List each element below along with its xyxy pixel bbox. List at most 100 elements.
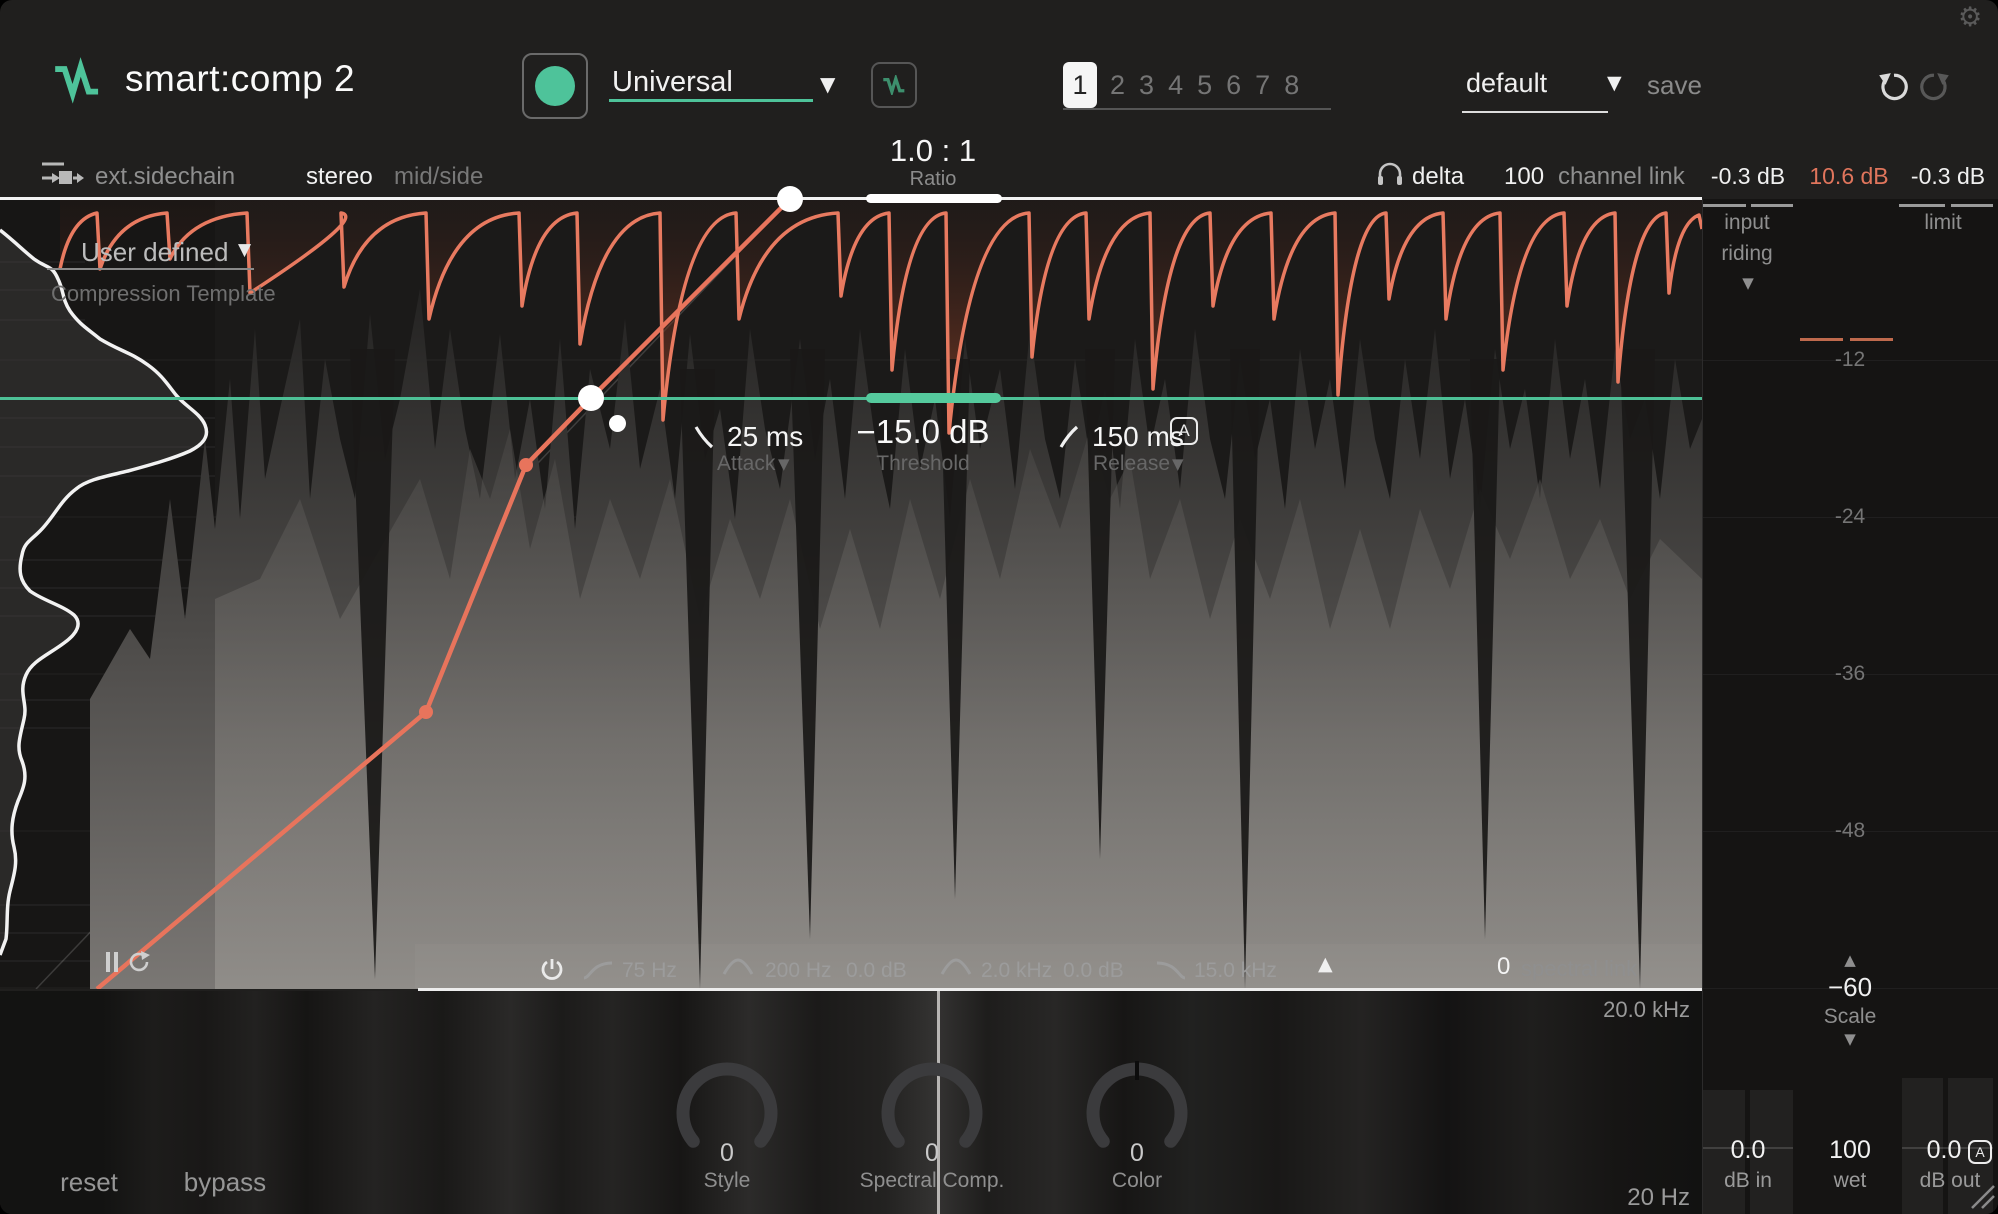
- input-riding-meter-top: [1703, 204, 1746, 207]
- attack-label: Attack: [717, 452, 775, 476]
- page-tab-5[interactable]: 5: [1197, 70, 1212, 101]
- curve-node-2[interactable]: [419, 705, 433, 719]
- delta-toggle[interactable]: delta: [1412, 163, 1464, 191]
- style-knob-value: 0: [720, 1139, 734, 1168]
- sonible-glyph-icon: [881, 75, 907, 95]
- bell1-freq[interactable]: 200 Hz: [765, 959, 832, 983]
- input-riding-label-1[interactable]: input: [1724, 211, 1770, 235]
- bell2-freq[interactable]: 2.0 kHz: [981, 959, 1052, 983]
- preset-chevron-down-icon[interactable]: ▼: [1607, 72, 1622, 94]
- template-label: Compression Template: [51, 281, 276, 307]
- color-knob-value: 0: [1130, 1139, 1144, 1168]
- release-auto-button[interactable]: A: [1170, 417, 1198, 445]
- knee-node[interactable]: [609, 415, 626, 432]
- attack-chevron-down-icon[interactable]: ▼: [778, 455, 790, 473]
- attack-icon: [693, 423, 715, 450]
- threshold-handle[interactable]: [866, 393, 1001, 403]
- scale-value[interactable]: −60: [1828, 972, 1872, 1003]
- undo-icon[interactable]: [1876, 70, 1912, 106]
- bypass-button[interactable]: bypass: [184, 1167, 266, 1198]
- gain-reduction-marker2: [1850, 338, 1893, 341]
- resize-handle[interactable]: [1970, 1184, 1996, 1210]
- page-tab-7[interactable]: 7: [1255, 70, 1270, 101]
- wet-value[interactable]: 100: [1829, 1136, 1871, 1165]
- spectral-comp-knob[interactable]: [877, 1058, 987, 1150]
- stereo-toggle[interactable]: stereo: [306, 163, 373, 191]
- freq-top-label: 20.0 kHz: [1540, 997, 1690, 1023]
- reset-button[interactable]: reset: [60, 1167, 118, 1198]
- pause-icon[interactable]: [106, 952, 120, 972]
- smart-comp2-window: smart:comp 2 Universal ▼ 1 2 3 4 5 6 7 8…: [0, 0, 1998, 1214]
- page-tab-2[interactable]: 2: [1110, 70, 1125, 101]
- channel-link-value[interactable]: 100: [1504, 163, 1544, 191]
- ratio-handle[interactable]: [866, 194, 1002, 203]
- page-tabs-underline: [1063, 108, 1331, 110]
- scale-tick-48: -48: [1835, 819, 1865, 843]
- lowpass-filter-icon[interactable]: [1155, 960, 1187, 980]
- lowpass-freq[interactable]: 15.0 kHz: [1194, 959, 1277, 983]
- ratio-line[interactable]: [0, 197, 1702, 200]
- bell1-gain[interactable]: 0.0 dB: [846, 959, 907, 983]
- page-tab-3[interactable]: 3: [1139, 70, 1154, 101]
- bell2-gain[interactable]: 0.0 dB: [1063, 959, 1124, 983]
- attack-value[interactable]: 25 ms: [727, 421, 803, 453]
- limit-db[interactable]: -0.3 dB: [1911, 163, 1985, 190]
- page-tab-6[interactable]: 6: [1226, 70, 1241, 101]
- spectral-link-value[interactable]: 0: [1497, 953, 1510, 981]
- color-knob[interactable]: [1082, 1058, 1192, 1150]
- scale-down-icon[interactable]: ▼: [1844, 1030, 1856, 1048]
- page-tab-4[interactable]: 4: [1168, 70, 1183, 101]
- color-knob-label: Color: [1112, 1169, 1162, 1193]
- limit-meter-top2: [1951, 204, 1993, 207]
- save-button[interactable]: save: [1647, 70, 1702, 101]
- scale-up-icon[interactable]: ▲: [1844, 951, 1856, 969]
- power-icon[interactable]: [540, 956, 564, 984]
- db-out-value[interactable]: 0.0: [1927, 1136, 1962, 1165]
- highpass-freq[interactable]: 75 Hz: [622, 959, 677, 983]
- gain-reduction-marker: [1800, 338, 1843, 341]
- curve-node-1[interactable]: [519, 458, 533, 472]
- preset-underline: [1462, 111, 1608, 113]
- preset-select[interactable]: default: [1466, 68, 1547, 99]
- input-riding-label-2[interactable]: riding: [1721, 242, 1772, 266]
- release-auto-label: A: [1178, 421, 1189, 441]
- limit-label[interactable]: limit: [1924, 211, 1961, 235]
- scale-tick-24: -24: [1835, 505, 1865, 529]
- ext-sidechain-icon[interactable]: [40, 158, 84, 190]
- template-select[interactable]: User defined: [81, 237, 228, 268]
- threshold-node[interactable]: [578, 385, 604, 411]
- bell2-filter-icon[interactable]: [940, 958, 972, 976]
- page-tab-8[interactable]: 8: [1284, 70, 1299, 101]
- profile-chevron-down-icon[interactable]: ▼: [820, 72, 835, 96]
- limit-meter-top: [1899, 204, 1945, 207]
- threshold-line[interactable]: [0, 397, 1702, 400]
- redo-icon[interactable]: [1916, 70, 1952, 106]
- highpass-filter-icon[interactable]: [582, 960, 614, 980]
- release-chevron-down-icon[interactable]: ▼: [1172, 455, 1184, 473]
- headphones-icon[interactable]: [1376, 161, 1404, 187]
- sonible-logo-icon: [53, 52, 101, 108]
- midside-toggle[interactable]: mid/side: [394, 163, 483, 191]
- style-knob[interactable]: [672, 1058, 782, 1150]
- ai-learn-button[interactable]: [871, 62, 917, 108]
- threshold-label: Threshold: [876, 452, 969, 476]
- gear-icon[interactable]: ⚙: [1958, 2, 1982, 33]
- filter-expand-icon[interactable]: ▲: [1318, 953, 1333, 975]
- record-button[interactable]: [522, 53, 588, 119]
- profile-select[interactable]: Universal: [612, 66, 733, 99]
- compression-graph[interactable]: [0, 199, 1702, 989]
- input-riding-chevron-down-icon[interactable]: ▼: [1742, 274, 1754, 292]
- profile-underline: [609, 99, 813, 102]
- template-chevron-down-icon[interactable]: ▼: [238, 240, 251, 260]
- page-tab-active[interactable]: 1: [1063, 62, 1097, 108]
- ratio-value[interactable]: 1.0 : 1: [890, 133, 976, 169]
- threshold-value[interactable]: −15.0 dB: [856, 413, 989, 451]
- input-riding-db[interactable]: -0.3 dB: [1711, 163, 1785, 190]
- output-auto-label: A: [1975, 1144, 1984, 1160]
- db-in-value[interactable]: 0.0: [1731, 1136, 1766, 1165]
- output-auto-button[interactable]: A: [1968, 1140, 1992, 1164]
- ratio-node[interactable]: [777, 186, 803, 212]
- bell1-filter-icon[interactable]: [722, 958, 754, 976]
- loop-icon[interactable]: [128, 950, 152, 974]
- ext-sidechain-toggle[interactable]: ext.sidechain: [95, 163, 235, 191]
